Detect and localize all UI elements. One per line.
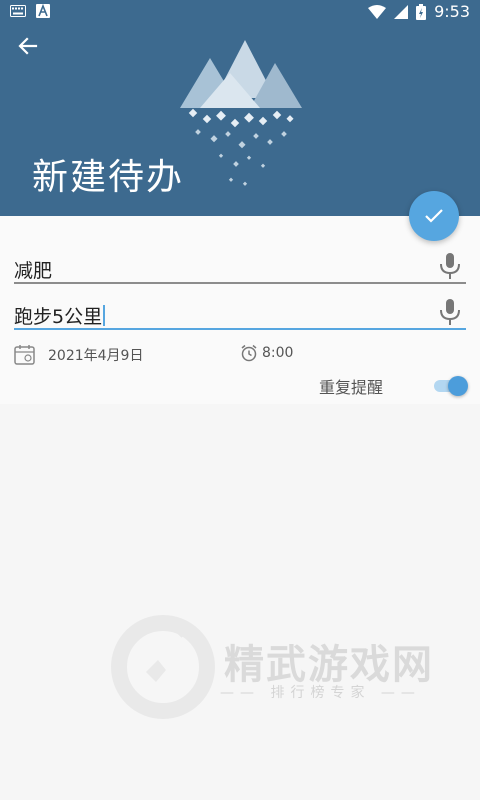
repeat-reminder-toggle[interactable] xyxy=(432,376,468,396)
date-value: 2021年4月9日 xyxy=(48,348,144,364)
status-time: 9:53 xyxy=(434,2,470,21)
app-header: 新建待办 xyxy=(0,24,480,216)
content-value: 跑步5公里 xyxy=(14,306,103,328)
keyboard-icon xyxy=(10,5,26,17)
battery-charging-icon xyxy=(416,3,427,20)
date-picker[interactable]: 2021年4月9日 xyxy=(14,344,143,366)
watermark-subtitle: —— 排行榜专家 —— xyxy=(220,685,421,701)
toggle-thumb xyxy=(448,376,468,396)
arrow-left-icon xyxy=(18,37,38,55)
page-title: 新建待办 xyxy=(32,157,185,198)
microphone-icon xyxy=(440,299,460,325)
back-button[interactable] xyxy=(12,30,44,62)
title-value: 减肥 xyxy=(14,260,53,282)
app-notification-icon xyxy=(36,4,50,18)
voice-input-button[interactable] xyxy=(438,298,462,326)
calendar-icon xyxy=(14,345,35,365)
watermark-logo xyxy=(111,615,215,719)
signal-icon xyxy=(394,4,409,19)
title-field[interactable]: 减肥 xyxy=(14,246,466,284)
watermark-subtitle-text: 排行榜专家 xyxy=(270,685,371,701)
alarm-clock-icon xyxy=(241,344,257,362)
check-icon xyxy=(425,209,443,223)
repeat-reminder-label: 重复提醒 xyxy=(319,378,384,397)
content-underline xyxy=(14,328,466,330)
time-picker[interactable]: 8:00 xyxy=(240,344,293,362)
status-bar: 9:53 xyxy=(0,0,480,24)
microphone-icon xyxy=(440,253,460,279)
crystal-mountain-illustration xyxy=(180,40,302,186)
time-value: 8:00 xyxy=(262,345,294,361)
voice-input-button[interactable] xyxy=(438,252,462,280)
text-cursor xyxy=(103,305,106,326)
title-underline xyxy=(14,282,466,284)
confirm-button[interactable] xyxy=(409,191,459,241)
todo-form: 减肥 跑步5公里 2021年4月9日 8:00 重复提醒 xyxy=(0,216,480,404)
wifi-icon xyxy=(368,4,387,19)
content-field[interactable]: 跑步5公里 xyxy=(14,292,466,330)
